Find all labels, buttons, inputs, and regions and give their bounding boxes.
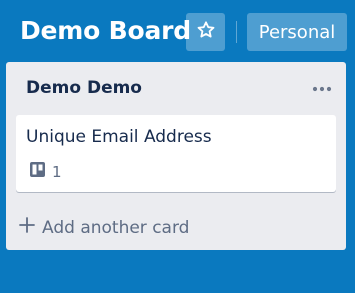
board-icon (29, 161, 46, 182)
add-card-button[interactable]: Add another card (18, 216, 189, 239)
header-divider (236, 21, 237, 43)
card-title: Unique Email Address (26, 127, 212, 147)
list-column: Demo Demo Unique Email Address 1 Add ano… (6, 62, 346, 250)
add-card-label: Add another card (42, 217, 190, 238)
card-badge-count: 1 (52, 162, 62, 181)
board-title[interactable]: Demo Board (20, 16, 191, 45)
plus-icon (18, 216, 36, 239)
more-horizontal-icon (312, 77, 332, 96)
card-badge: 1 (29, 161, 62, 182)
board-visibility-button[interactable]: Personal (247, 13, 347, 51)
list-title[interactable]: Demo Demo (26, 78, 142, 98)
list-menu-button[interactable] (308, 74, 336, 98)
star-icon (196, 20, 216, 44)
list-card[interactable]: Unique Email Address 1 (16, 115, 336, 192)
board-header: Demo Board Personal (0, 0, 355, 62)
star-board-button[interactable] (186, 13, 225, 51)
